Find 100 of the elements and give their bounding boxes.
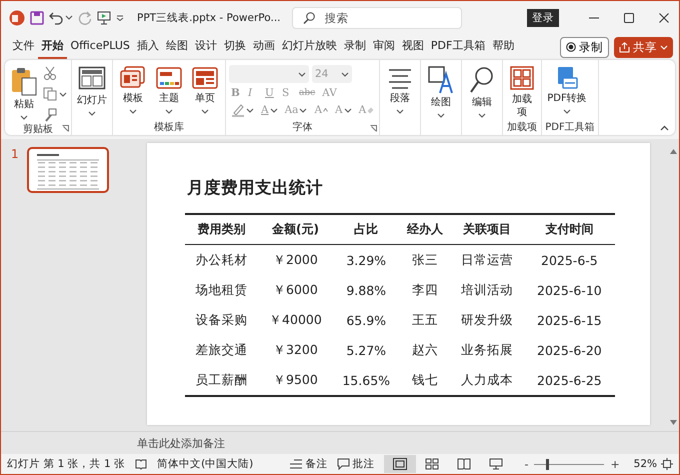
table-cell-text: 设备采购 bbox=[194, 310, 249, 328]
table-cell-text: 场地租赁 bbox=[194, 280, 249, 298]
zoom-slider-thumb[interactable] bbox=[546, 458, 550, 470]
table-cell-text: 2025-6-15 bbox=[536, 312, 603, 330]
eraser-icon bbox=[367, 106, 374, 114]
zoom-in-button[interactable]: + bbox=[608, 458, 622, 470]
table-cell-text: 李四 bbox=[411, 280, 440, 298]
ribbon-button[interactable]: 加载项 bbox=[506, 62, 538, 119]
brush-icon bbox=[43, 108, 57, 122]
search-field[interactable]: 搜索 bbox=[292, 6, 462, 28]
ribbon-button[interactable]: 绘图 bbox=[424, 62, 458, 118]
copy-button[interactable] bbox=[42, 86, 68, 102]
highlighter-icon bbox=[231, 103, 245, 117]
close-icon bbox=[659, 12, 669, 22]
column-header: 经办人 bbox=[400, 214, 450, 244]
ribbon-tab[interactable]: 幻灯片放映 bbox=[278, 35, 340, 59]
ribbon-tab[interactable]: 绘图 bbox=[162, 35, 192, 59]
highlight-button[interactable] bbox=[229, 103, 256, 117]
table-cell: 钱七 bbox=[400, 365, 450, 396]
page-icon bbox=[192, 66, 218, 90]
group-label: PDF工具箱 bbox=[545, 122, 595, 133]
slide-title: 月度费用支出统计 bbox=[187, 177, 324, 199]
language-button[interactable]: 简体中文(中国大陆) bbox=[157, 457, 254, 471]
clipboard-icon bbox=[10, 66, 38, 96]
record-button[interactable]: 录制 bbox=[560, 36, 609, 58]
slide-layout-icon bbox=[78, 66, 106, 92]
collapse-ribbon-icon bbox=[660, 125, 669, 131]
ribbon-button[interactable]: 段落 bbox=[383, 62, 418, 114]
ribbon-tab[interactable]: 插入 bbox=[133, 35, 162, 59]
share-button[interactable]: 共享 bbox=[614, 36, 673, 58]
grid-icon bbox=[510, 66, 534, 90]
table-cell: ￥9500 bbox=[258, 365, 333, 396]
caret-up-icon bbox=[323, 108, 328, 112]
group-label: 模板库 bbox=[154, 122, 184, 133]
normal-view-icon bbox=[393, 458, 408, 470]
ribbon-button[interactable]: 幻灯片 bbox=[75, 62, 109, 116]
caret-icon bbox=[201, 108, 209, 114]
ribbon-tab[interactable]: 帮助 bbox=[488, 35, 518, 59]
notes-icon bbox=[290, 459, 304, 469]
column-header: 关联项目 bbox=[450, 214, 524, 244]
table-cell: 张三 bbox=[400, 244, 450, 275]
slide-thumbnail[interactable] bbox=[26, 147, 109, 193]
table-cell: 2025-6-5 bbox=[524, 244, 615, 275]
ribbon-button[interactable]: 主题 bbox=[152, 62, 186, 114]
column-header: 占比 bbox=[332, 214, 400, 244]
ribbon-tab[interactable]: 审阅 bbox=[369, 35, 398, 59]
ribbon-tab[interactable]: 文件 bbox=[9, 35, 38, 59]
table-cell-text: 2025-6-20 bbox=[536, 342, 603, 360]
slide-count: 幻灯片 第 1 张，共 1 张 bbox=[7, 457, 126, 471]
ribbon-tab[interactable]: 设计 bbox=[191, 35, 220, 59]
slide-number: 1 bbox=[11, 147, 19, 161]
paste-button[interactable]: 粘贴 bbox=[8, 62, 40, 120]
table-cell: 人力成本 bbox=[450, 365, 524, 396]
scroll-down-icon bbox=[670, 420, 676, 425]
group-label: 剪贴板 bbox=[23, 124, 53, 135]
table-cell-text: 2025-6-10 bbox=[536, 282, 603, 300]
table-cell-text: 研发升级 bbox=[460, 310, 514, 328]
notes-placeholder[interactable]: 单击此处添加备注 bbox=[137, 436, 225, 450]
ribbon-tab[interactable]: 录制 bbox=[340, 35, 370, 59]
caret-icon bbox=[299, 108, 308, 112]
ribbon-button[interactable]: 编辑 bbox=[465, 62, 500, 118]
table-cell-text: ￥3200 bbox=[272, 340, 319, 358]
column-header: 费用类别 bbox=[185, 214, 258, 244]
ribbon-tab[interactable]: 动画 bbox=[249, 35, 278, 59]
shapes-icon bbox=[428, 66, 454, 94]
zoom-out-button[interactable]: - bbox=[522, 458, 530, 470]
search-icon bbox=[469, 66, 496, 94]
comments-button[interactable]: 批注 bbox=[337, 457, 374, 471]
caret-icon bbox=[129, 108, 137, 114]
table-cell: 2025-6-25 bbox=[524, 365, 615, 396]
book-icon bbox=[457, 458, 472, 470]
ribbon-tab[interactable]: PDF工具箱 bbox=[427, 35, 489, 59]
ribbon-button[interactable]: 模板 bbox=[116, 62, 150, 114]
caret-icon bbox=[88, 110, 96, 116]
redo-icon bbox=[78, 10, 92, 24]
ribbon-button[interactable]: PDF转换 bbox=[545, 62, 589, 114]
search-icon bbox=[302, 12, 314, 24]
login-button[interactable]: 登录 bbox=[527, 8, 559, 26]
ribbon-tab[interactable]: 视图 bbox=[398, 35, 428, 59]
ribbon-tab[interactable]: 切换 bbox=[220, 35, 250, 59]
search-input[interactable]: 搜索 bbox=[322, 10, 446, 26]
dropdown-caret-icon bbox=[341, 72, 349, 76]
table-cell: 办公耗材 bbox=[185, 244, 258, 275]
notes-button[interactable]: 备注 bbox=[290, 457, 328, 471]
dropdown-caret-icon bbox=[298, 72, 306, 76]
table-cell-text: ￥6000 bbox=[272, 280, 319, 298]
table-cell-text: 9.88% bbox=[345, 282, 388, 300]
dropdown-caret-icon bbox=[116, 14, 124, 20]
save-icon bbox=[30, 10, 44, 24]
minimize-icon bbox=[589, 16, 599, 18]
view-button[interactable] bbox=[384, 455, 416, 473]
group-label: 加载项 bbox=[507, 122, 538, 133]
table-cell-text: 5.27% bbox=[345, 342, 388, 360]
ribbon-button[interactable]: 单页 bbox=[188, 62, 222, 114]
app-logo-icon bbox=[9, 10, 25, 26]
column-header: 金额(元) bbox=[258, 214, 333, 244]
ribbon-tab[interactable]: OfficePLUS bbox=[67, 36, 134, 58]
theme-icon bbox=[156, 66, 182, 90]
caret-icon bbox=[59, 92, 67, 96]
presentation-icon bbox=[97, 10, 111, 24]
